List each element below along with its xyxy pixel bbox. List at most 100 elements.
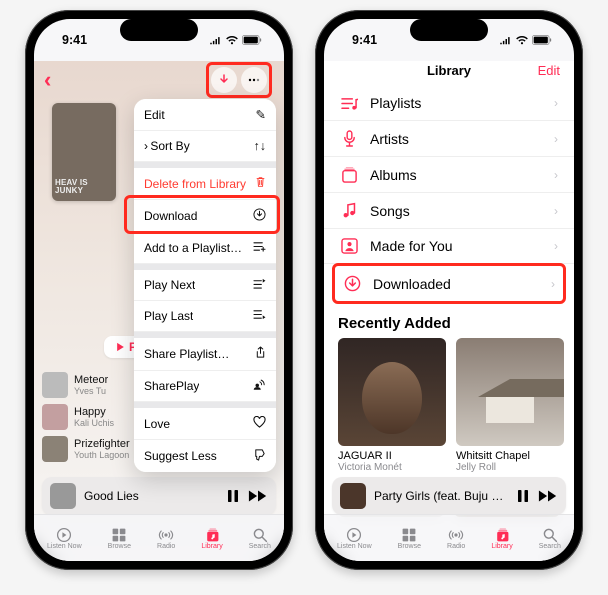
tab-bar: Listen Now Browse Radio Library Search: [324, 514, 574, 561]
playlist-icon: [340, 96, 358, 111]
album-artwork: [456, 338, 564, 446]
menu-download[interactable]: Download: [134, 200, 276, 233]
chevron-right-icon: ›: [551, 277, 555, 291]
heart-icon: [253, 416, 266, 431]
menu-love[interactable]: Love: [134, 408, 276, 440]
context-menu: Edit ✎ › Sort By ↑↓ Delete from Library …: [134, 99, 276, 472]
tab-browse[interactable]: Browse: [108, 527, 131, 550]
now-playing-title: Good Lies: [84, 489, 218, 503]
battery-icon: [532, 35, 552, 45]
pencil-icon: ✎: [256, 107, 266, 122]
search-icon: [252, 527, 268, 543]
track-artwork: [42, 372, 68, 398]
album-title: Whitsitt Chapel: [456, 446, 564, 462]
forward-icon[interactable]: [538, 489, 558, 503]
row-playlists[interactable]: Playlists›: [324, 86, 574, 121]
library-icon: [494, 527, 510, 543]
library-icon: [204, 527, 220, 543]
wifi-icon: [225, 35, 239, 45]
status-time: 9:41: [352, 33, 377, 47]
queue-next-icon: [253, 278, 266, 292]
album-artist: Jelly Roll: [456, 462, 564, 473]
tab-search[interactable]: Search: [539, 527, 561, 550]
shareplay-icon: [252, 379, 266, 393]
album-artwork[interactable]: HEAV IS JUNKY: [52, 103, 116, 201]
more-button[interactable]: [241, 67, 267, 93]
forward-icon[interactable]: [248, 489, 268, 503]
now-playing-title: Party Girls (feat. Buju Banto…: [374, 489, 508, 503]
tab-radio[interactable]: Radio: [447, 527, 465, 550]
row-made-for-you[interactable]: Made for You›: [324, 229, 574, 264]
signal-icon: [499, 36, 512, 45]
recently-added-heading: Recently Added: [324, 305, 574, 338]
list-item[interactable]: MeteorYves Tu: [42, 369, 136, 401]
tab-radio[interactable]: Radio: [157, 527, 175, 550]
row-artists[interactable]: Artists›: [324, 121, 574, 157]
back-button[interactable]: ‹: [40, 67, 51, 93]
album-art-text: HEAV IS JUNKY: [52, 176, 116, 198]
tab-search[interactable]: Search: [249, 527, 271, 550]
queue-last-icon: [253, 309, 266, 323]
now-playing-bar[interactable]: Good Lies: [42, 477, 276, 515]
chevron-right-icon: ›: [554, 96, 558, 110]
menu-add-playlist[interactable]: Add to a Playlist…: [134, 233, 276, 264]
tab-browse[interactable]: Browse: [398, 527, 421, 550]
recently-added-grid: JAGUAR II Victoria Monét Whitsitt Chapel…: [324, 338, 574, 473]
now-playing-artwork: [50, 483, 76, 509]
menu-suggest-less[interactable]: Suggest Less: [134, 440, 276, 472]
tab-listen-now[interactable]: Listen Now: [47, 527, 82, 550]
status-time: 9:41: [62, 33, 87, 47]
menu-sort-by[interactable]: › Sort By ↑↓: [134, 131, 276, 162]
list-add-icon: [253, 241, 266, 255]
chevron-right-icon: ›: [554, 239, 558, 253]
radio-icon: [158, 527, 174, 543]
track-artwork: [42, 404, 68, 430]
menu-delete[interactable]: Delete from Library: [134, 168, 276, 200]
grid-icon: [401, 527, 417, 543]
play-icon: [116, 342, 125, 352]
menu-play-next[interactable]: Play Next: [134, 270, 276, 301]
menu-share-playlist[interactable]: Share Playlist…: [134, 338, 276, 371]
row-downloaded[interactable]: Downloaded›: [335, 266, 563, 301]
download-header-button[interactable]: [211, 67, 237, 93]
thumbs-down-icon: [253, 448, 266, 464]
library-category-list: Playlists› Artists› Albums› Songs› Made …: [324, 84, 574, 305]
song-list-partial: MeteorYves Tu HappyKali Uchis Prizefight…: [42, 369, 136, 465]
now-playing-artwork: [340, 483, 366, 509]
person-icon: [340, 238, 358, 254]
status-indicators: [209, 35, 262, 45]
radio-icon: [448, 527, 464, 543]
pause-icon[interactable]: [516, 489, 530, 503]
highlight-downloaded-row: Downloaded›: [332, 263, 566, 304]
menu-edit[interactable]: Edit ✎: [134, 99, 276, 131]
album-artwork: [338, 338, 446, 446]
pause-icon[interactable]: [226, 489, 240, 503]
status-indicators: [499, 35, 552, 45]
tab-library[interactable]: Library: [201, 527, 222, 550]
page-title: Library: [324, 63, 574, 78]
tab-bar: Listen Now Browse Radio Library Search: [34, 514, 284, 561]
chevron-right-icon: ›: [554, 132, 558, 146]
sort-icon: ↑↓: [254, 139, 267, 153]
highlight-top-buttons: [206, 62, 272, 98]
tab-listen-now[interactable]: Listen Now: [337, 527, 372, 550]
trash-icon: [255, 176, 266, 191]
grid-icon: [111, 527, 127, 543]
menu-shareplay[interactable]: SharePlay: [134, 371, 276, 402]
track-artwork: [42, 436, 68, 462]
chevron-right-icon: ›: [554, 204, 558, 218]
list-item[interactable]: HappyKali Uchis: [42, 401, 136, 433]
tab-library[interactable]: Library: [491, 527, 512, 550]
download-circle-icon: [253, 208, 266, 224]
album-card[interactable]: Whitsitt Chapel Jelly Roll: [456, 338, 564, 473]
album-title: JAGUAR II: [338, 446, 446, 462]
row-albums[interactable]: Albums›: [324, 157, 574, 193]
menu-play-last[interactable]: Play Last: [134, 301, 276, 332]
albums-icon: [340, 166, 358, 183]
now-playing-bar[interactable]: Party Girls (feat. Buju Banto…: [332, 477, 566, 515]
play-circle-icon: [56, 527, 72, 543]
list-item[interactable]: PrizefighterYouth Lagoon: [42, 433, 136, 465]
share-icon: [255, 346, 266, 362]
row-songs[interactable]: Songs›: [324, 193, 574, 229]
album-card[interactable]: JAGUAR II Victoria Monét: [338, 338, 446, 473]
